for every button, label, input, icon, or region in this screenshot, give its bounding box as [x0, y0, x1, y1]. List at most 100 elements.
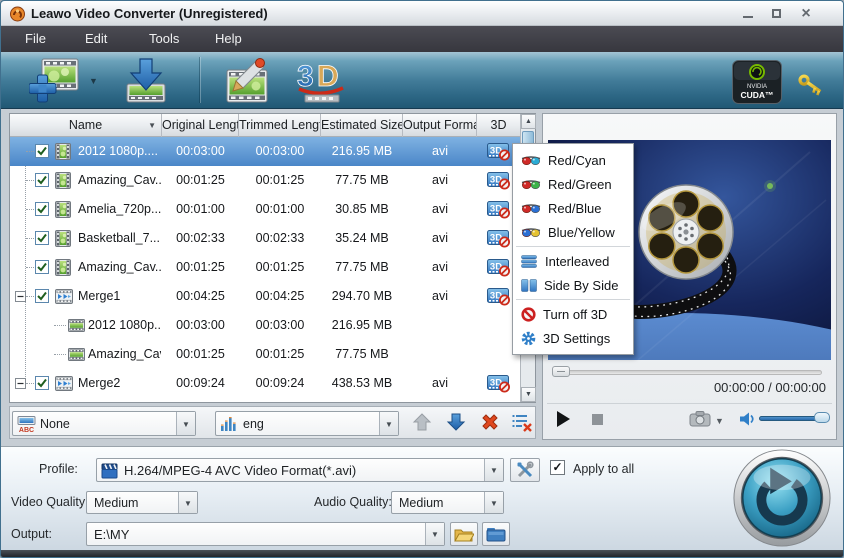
- menu-file[interactable]: File: [17, 26, 54, 52]
- table-row[interactable]: Amazing_Cav... 00:01:25 00:01:25 77.75 M…: [10, 166, 520, 195]
- column-header-output-format[interactable]: Output Format: [403, 114, 477, 137]
- add-video-dropdown-caret[interactable]: ▼: [89, 76, 98, 86]
- menu-item-turn-off-3d[interactable]: Turn off 3D: [513, 302, 633, 326]
- audio-quality-arrow[interactable]: ▼: [484, 492, 503, 513]
- menu-item-label: Side By Side: [544, 278, 618, 293]
- row-checkbox[interactable]: [35, 260, 49, 274]
- table-row[interactable]: Merge2 00:09:24 00:09:24 438.53 MB avi 3…: [10, 369, 520, 398]
- column-header-3d[interactable]: 3D: [477, 114, 520, 137]
- 3d-status-icon[interactable]: 3D: [487, 375, 511, 393]
- register-key-button[interactable]: [798, 72, 824, 103]
- snapshot-dropdown-caret[interactable]: ▼: [715, 416, 724, 426]
- download-video-button[interactable]: [119, 58, 173, 105]
- stop-button[interactable]: [592, 414, 603, 425]
- cell-original-length: 00:01:25: [162, 340, 239, 369]
- cell-trimmed-length: 00:03:00: [239, 311, 321, 340]
- column-header-estimated-size[interactable]: Estimated Size: [321, 114, 403, 137]
- menu-item-label: Interleaved: [545, 254, 609, 269]
- 3d-glasses-icon: [521, 154, 541, 166]
- menu-item-side-by-side[interactable]: Side By Side: [513, 273, 633, 297]
- menu-item-blue-yellow[interactable]: Blue/Yellow: [513, 220, 633, 244]
- app-logo-icon: [9, 5, 26, 22]
- row-checkbox[interactable]: [35, 144, 49, 158]
- menu-edit[interactable]: Edit: [77, 26, 115, 52]
- output-label: Output:: [11, 527, 52, 541]
- clear-list-icon: [511, 411, 533, 433]
- menu-item-3d-settings[interactable]: 3D Settings: [513, 326, 633, 350]
- cell-trimmed-length: 00:01:25: [239, 340, 321, 369]
- audio-track-select[interactable]: eng ▼: [215, 411, 399, 436]
- subtitle-select[interactable]: ABC None ▼: [12, 411, 196, 436]
- column-header-name[interactable]: Name▼: [10, 114, 162, 137]
- table-row[interactable]: Amazing_Cav... 00:01:25 00:01:25 77.75 M…: [10, 253, 520, 282]
- table-row[interactable]: Merge1 00:04:25 00:04:25 294.70 MB avi 3…: [10, 282, 520, 311]
- volume-slider-thumb[interactable]: [814, 412, 830, 423]
- video-quality-select[interactable]: Medium ▼: [86, 491, 198, 514]
- convert-button[interactable]: [730, 447, 834, 549]
- table-row[interactable]: 2012 1080p.... 00:03:00 00:03:00 216.95 …: [10, 137, 520, 166]
- collapse-toggle-icon[interactable]: [15, 378, 26, 389]
- column-header-trimmed-length[interactable]: Trimmed Length: [239, 114, 321, 137]
- move-down-button[interactable]: [444, 411, 468, 435]
- menu-item-interleaved[interactable]: Interleaved: [513, 249, 633, 273]
- snapshot-button[interactable]: [689, 410, 711, 427]
- add-video-button[interactable]: ▼: [29, 58, 81, 105]
- row-checkbox[interactable]: [35, 376, 49, 390]
- table-row[interactable]: Amelia_720p... 00:01:00 00:01:00 30.85 M…: [10, 195, 520, 224]
- 3d-status-icon[interactable]: 3D: [487, 230, 511, 248]
- seek-slider-thumb[interactable]: [552, 366, 570, 377]
- column-header-original-length[interactable]: Original Length: [162, 114, 239, 137]
- 3d-status-icon[interactable]: 3D: [487, 288, 511, 306]
- profile-select[interactable]: H.264/MPEG-4 AVC Video Format(*.avi) ▼: [96, 458, 504, 482]
- clear-list-button[interactable]: [510, 411, 534, 435]
- row-checkbox[interactable]: [35, 202, 49, 216]
- 3d-status-icon[interactable]: 3D: [487, 172, 511, 190]
- browse-folder-button[interactable]: [482, 522, 510, 546]
- browse-folder-icon: [486, 526, 506, 543]
- 3d-status-icon[interactable]: 3D: [487, 201, 511, 219]
- row-checkbox[interactable]: [35, 231, 49, 245]
- video-quality-arrow[interactable]: ▼: [178, 492, 197, 513]
- maximize-button[interactable]: [763, 5, 789, 22]
- seek-slider[interactable]: [552, 370, 822, 375]
- 3d-mode-button[interactable]: 3 D: [293, 58, 351, 105]
- cell-estimated-size: 438.53 MB: [321, 369, 403, 398]
- menu-item-label: Turn off 3D: [543, 307, 607, 322]
- table-row[interactable]: Amazing_Cav... 00:01:25 00:01:25 77.75 M…: [10, 340, 520, 369]
- play-button[interactable]: [557, 411, 570, 427]
- sort-caret-icon[interactable]: ▼: [148, 114, 156, 137]
- profile-select-arrow[interactable]: ▼: [484, 459, 503, 481]
- move-up-button[interactable]: [410, 411, 434, 435]
- 3d-status-icon[interactable]: 3D: [487, 259, 511, 277]
- minimize-button[interactable]: [735, 5, 761, 22]
- menu-item-red-green[interactable]: Red/Green: [513, 172, 633, 196]
- menu-help[interactable]: Help: [207, 26, 250, 52]
- close-button[interactable]: ×: [793, 5, 819, 22]
- edit-video-button[interactable]: [221, 58, 275, 105]
- interleaved-icon: [521, 255, 538, 268]
- profile-edit-button[interactable]: [510, 458, 540, 482]
- output-path-arrow[interactable]: ▼: [425, 523, 444, 545]
- table-row[interactable]: 2012 1080p.... 00:03:00 00:03:00 216.95 …: [10, 311, 520, 340]
- remove-file-button[interactable]: [478, 411, 502, 435]
- nvidia-cuda-icon: NVIDIA CUDA™: [732, 60, 782, 104]
- output-path-input[interactable]: E:\MY ▼: [86, 522, 445, 546]
- menu-item-label: Red/Cyan: [548, 153, 606, 168]
- apply-to-all-checkbox[interactable]: ✓: [550, 460, 565, 475]
- subtitle-select-arrow[interactable]: ▼: [176, 412, 195, 435]
- audio-track-select-arrow[interactable]: ▼: [379, 412, 398, 435]
- scroll-down-button[interactable]: ▼: [521, 387, 536, 402]
- volume-icon[interactable]: [739, 411, 756, 427]
- open-folder-button[interactable]: [450, 522, 478, 546]
- scroll-up-button[interactable]: ▲: [521, 114, 536, 129]
- output-path-value: E:\MY: [94, 523, 129, 545]
- menu-item-red-cyan[interactable]: Red/Cyan: [513, 148, 633, 172]
- menu-item-red-blue[interactable]: Red/Blue: [513, 196, 633, 220]
- table-row[interactable]: Basketball_7... 00:02:33 00:02:33 35.24 …: [10, 224, 520, 253]
- row-checkbox[interactable]: [35, 289, 49, 303]
- audio-quality-select[interactable]: Medium ▼: [391, 491, 504, 514]
- 3d-status-icon[interactable]: 3D: [487, 143, 511, 161]
- menu-tools[interactable]: Tools: [141, 26, 187, 52]
- row-checkbox[interactable]: [35, 173, 49, 187]
- collapse-toggle-icon[interactable]: [15, 291, 26, 302]
